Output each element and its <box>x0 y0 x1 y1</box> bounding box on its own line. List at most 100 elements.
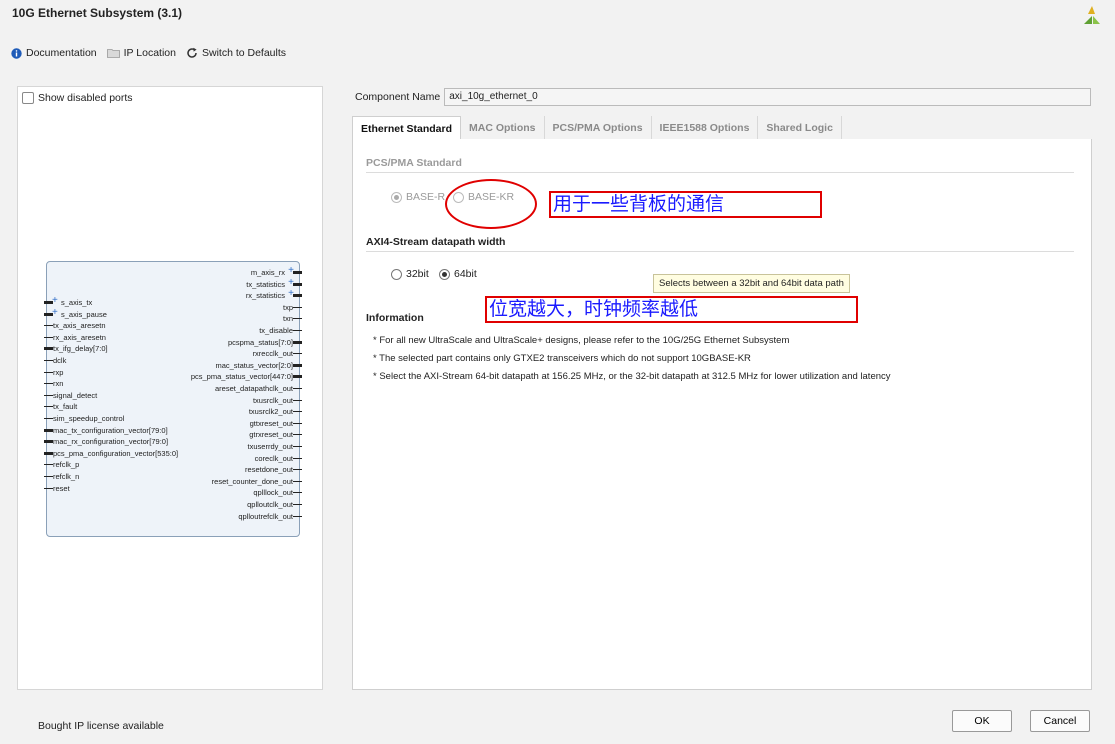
ip-location-label: IP Location <box>123 47 176 59</box>
component-name-input[interactable]: axi_10g_ethernet_0 <box>444 88 1092 106</box>
port-label: txusrclk_out <box>252 395 293 405</box>
base-r-option[interactable]: BASE-R <box>391 191 445 203</box>
port-label: qplloutclk_out <box>247 500 293 509</box>
tab-mac-options[interactable]: MAC Options <box>461 116 545 140</box>
pin-line <box>44 418 53 419</box>
documentation-button[interactable]: Documentation <box>11 47 97 59</box>
tab-content: PCS/PMA Standard BASE-R BASE-KR 用于一些背板的通… <box>352 139 1092 690</box>
pin-line <box>44 325 53 327</box>
port-r-12: txusrclk2_out <box>249 407 302 416</box>
config-panel: Component Name axi_10g_ethernet_0 Ethern… <box>352 86 1092 690</box>
datapath-tooltip: Selects between a 32bit and 64bit data p… <box>653 274 850 293</box>
pin-line <box>44 440 53 444</box>
32bit-radio[interactable] <box>391 268 402 280</box>
annotation-ellipse <box>445 179 537 229</box>
port-label: mac_rx_configuration_vector[79:0] <box>53 437 169 447</box>
pin-line <box>293 504 302 505</box>
port-l-13: pcs_pma_configuration_vector[535:0] <box>44 448 179 458</box>
port-r-13: gttxreset_out <box>250 419 302 428</box>
toolbar: Documentation IP Location Switch to Defa… <box>0 44 296 62</box>
port-r-6: pcspma_status[7:0] <box>228 338 302 347</box>
pin-line <box>44 487 53 489</box>
pin-line <box>293 492 302 494</box>
pin-line <box>44 347 53 351</box>
port-r-3: txp <box>283 303 302 312</box>
show-disabled-ports-row[interactable]: Show disabled ports <box>22 92 133 104</box>
cancel-button[interactable]: Cancel <box>1030 710 1090 732</box>
pin-line <box>293 294 302 298</box>
symbol-panel: Show disabled ports + m_axis_rx + tx_statis… <box>17 86 323 690</box>
switch-defaults-button[interactable]: Switch to Defaults <box>186 47 286 59</box>
port-l-4: tx_ifg_delay[7:0] <box>44 344 108 353</box>
info-icon <box>11 47 22 59</box>
pin-line <box>293 353 302 355</box>
pin-line <box>293 399 302 401</box>
window-title: 10G Ethernet Subsystem (3.1) <box>12 6 183 20</box>
pin-line <box>44 312 53 316</box>
port-label: gtrxreset_out <box>249 430 293 440</box>
annotation-width-note: 位宽越大，时钟频率越低 <box>485 296 858 323</box>
port-label: rxp <box>53 367 64 377</box>
pin-line <box>44 360 53 361</box>
pin-line <box>44 428 53 432</box>
pin-line <box>293 480 302 482</box>
port-r-0: + m_axis_rx <box>250 266 302 277</box>
separator <box>366 251 1074 252</box>
port-label: tx_axis_aresetn <box>53 321 106 331</box>
pin-line <box>293 411 302 413</box>
port-r-20: qplloutclk_out <box>247 500 302 509</box>
port-r-19: qplllock_out <box>253 488 302 497</box>
tab-ethernet-standard[interactable]: Ethernet Standard <box>352 116 462 140</box>
pin-line <box>293 318 302 320</box>
port-label: m_axis_rx <box>250 268 285 277</box>
port-label: txn <box>282 314 293 324</box>
pin-line <box>44 464 53 466</box>
base-r-radio[interactable] <box>391 191 402 203</box>
port-label: rxn <box>53 379 64 389</box>
port-l-16: reset <box>44 483 70 493</box>
port-label: rx_statistics <box>245 291 285 301</box>
pin-line <box>293 457 302 459</box>
64bit-option[interactable]: 64bit <box>439 268 477 280</box>
ip-location-button[interactable]: IP Location <box>106 47 176 59</box>
port-label: mac_tx_configuration_vector[79:0] <box>53 425 168 435</box>
pin-line <box>293 515 302 517</box>
port-r-4: txn <box>282 314 302 324</box>
pin-line <box>293 434 302 436</box>
port-l-15: refclk_n <box>44 472 79 481</box>
port-r-5: tx_disable <box>259 326 302 335</box>
port-l-14: refclk_p <box>44 460 79 469</box>
64bit-radio[interactable] <box>439 268 450 280</box>
tab-ieee1588-options[interactable]: IEEE1588 Options <box>652 116 759 140</box>
port-r-21: qplloutrefclk_out <box>238 512 302 521</box>
32bit-option[interactable]: 32bit <box>391 268 429 280</box>
tab-shared-logic[interactable]: Shared Logic <box>758 116 842 140</box>
port-label: pcs_pma_configuration_vector[535:0] <box>53 448 179 458</box>
annotation-backplane: 用于一些背板的通信 <box>549 191 822 218</box>
port-r-11: txusrclk_out <box>252 395 302 405</box>
port-r-18: reset_counter_done_out <box>211 476 302 486</box>
pin-line <box>293 363 302 367</box>
port-r-17: resetdone_out <box>245 465 302 474</box>
port-label: reset <box>53 483 70 493</box>
show-disabled-ports-checkbox[interactable] <box>22 92 34 104</box>
title-bar: 10G Ethernet Subsystem (3.1) <box>0 0 1115 30</box>
port-label: rxrecclk_out <box>252 349 293 359</box>
pin-line <box>44 371 53 373</box>
port-label: pcs_pma_status_vector[447:0] <box>190 372 293 382</box>
pin-line <box>44 451 53 455</box>
ok-button[interactable]: OK <box>952 710 1012 732</box>
pin-line <box>44 476 53 477</box>
pin-line <box>293 375 302 379</box>
port-label: mac_status_vector[2:0] <box>215 360 293 370</box>
info-line: * The selected part contains only GTXE2 … <box>373 353 751 364</box>
pin-line <box>293 469 302 471</box>
port-r-14: gtrxreset_out <box>249 430 302 440</box>
switch-defaults-label: Switch to Defaults <box>201 47 287 59</box>
tab-pcs-pma-options[interactable]: PCS/PMA Options <box>545 116 652 140</box>
port-label: reset_counter_done_out <box>211 476 293 486</box>
port-label: tx_disable <box>259 326 293 335</box>
tab-bar: Ethernet Standard MAC Options PCS/PMA Op… <box>352 116 1092 140</box>
license-status: Bought IP license available <box>38 720 164 732</box>
port-label: tx_fault <box>53 402 78 412</box>
